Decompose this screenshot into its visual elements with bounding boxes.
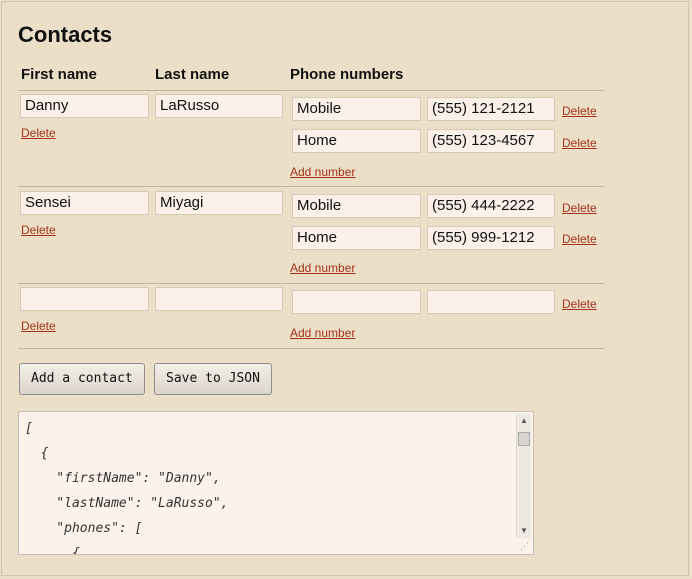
json-output-textarea[interactable]: [ { "firstName": "Danny", "lastName": "L… bbox=[18, 411, 534, 555]
phone-type-input[interactable]: Home bbox=[292, 226, 421, 250]
header-phone-numbers: Phone numbers bbox=[290, 66, 404, 83]
delete-contact-link[interactable]: Delete bbox=[21, 319, 56, 333]
delete-phone-link[interactable]: Delete bbox=[562, 297, 597, 311]
save-json-button[interactable]: Save to JSON bbox=[154, 363, 272, 395]
scroll-up-icon[interactable]: ▲ bbox=[517, 414, 531, 428]
phone-type-input[interactable] bbox=[292, 290, 421, 314]
add-contact-button[interactable]: Add a contact bbox=[19, 363, 145, 395]
phone-type-input[interactable]: Mobile bbox=[292, 194, 421, 218]
json-output-text: [ { "firstName": "Danny", "lastName": "L… bbox=[25, 421, 229, 555]
scroll-down-icon[interactable]: ▼ bbox=[517, 524, 531, 538]
header-last-name: Last name bbox=[155, 66, 230, 83]
delete-phone-link[interactable]: Delete bbox=[562, 136, 597, 150]
row-divider bbox=[18, 283, 604, 284]
delete-phone-link[interactable]: Delete bbox=[562, 201, 597, 215]
delete-contact-link[interactable]: Delete bbox=[21, 223, 56, 237]
add-number-link[interactable]: Add number bbox=[290, 326, 355, 340]
delete-phone-link[interactable]: Delete bbox=[562, 232, 597, 246]
vertical-scrollbar[interactable]: ▲ ▼ bbox=[516, 414, 531, 538]
page-title: Contacts bbox=[18, 22, 113, 47]
phone-number-input[interactable] bbox=[427, 290, 555, 314]
add-number-link[interactable]: Add number bbox=[290, 261, 355, 275]
header-first-name: First name bbox=[21, 66, 97, 83]
delete-phone-link[interactable]: Delete bbox=[562, 104, 597, 118]
phone-number-input[interactable]: (555) 444-2222 bbox=[427, 194, 555, 218]
delete-contact-link[interactable]: Delete bbox=[21, 126, 56, 140]
row-divider bbox=[18, 348, 604, 349]
add-number-link[interactable]: Add number bbox=[290, 165, 355, 179]
phone-number-input[interactable]: (555) 999-1212 bbox=[427, 226, 555, 250]
row-divider bbox=[18, 90, 604, 91]
resize-grip-icon[interactable]: ⋰ bbox=[520, 541, 530, 551]
last-name-input[interactable] bbox=[155, 287, 283, 311]
first-name-input[interactable]: Danny bbox=[20, 94, 149, 118]
phone-type-input[interactable]: Home bbox=[292, 129, 421, 153]
row-divider bbox=[18, 186, 604, 187]
phone-type-input[interactable]: Mobile bbox=[292, 97, 421, 121]
first-name-input[interactable] bbox=[20, 287, 149, 311]
last-name-input[interactable]: LaRusso bbox=[155, 94, 283, 118]
last-name-input[interactable]: Miyagi bbox=[155, 191, 283, 215]
phone-number-input[interactable]: (555) 123-4567 bbox=[427, 129, 555, 153]
scroll-thumb[interactable] bbox=[518, 432, 530, 446]
phone-number-input[interactable]: (555) 121-2121 bbox=[427, 97, 555, 121]
first-name-input[interactable]: Sensei bbox=[20, 191, 149, 215]
